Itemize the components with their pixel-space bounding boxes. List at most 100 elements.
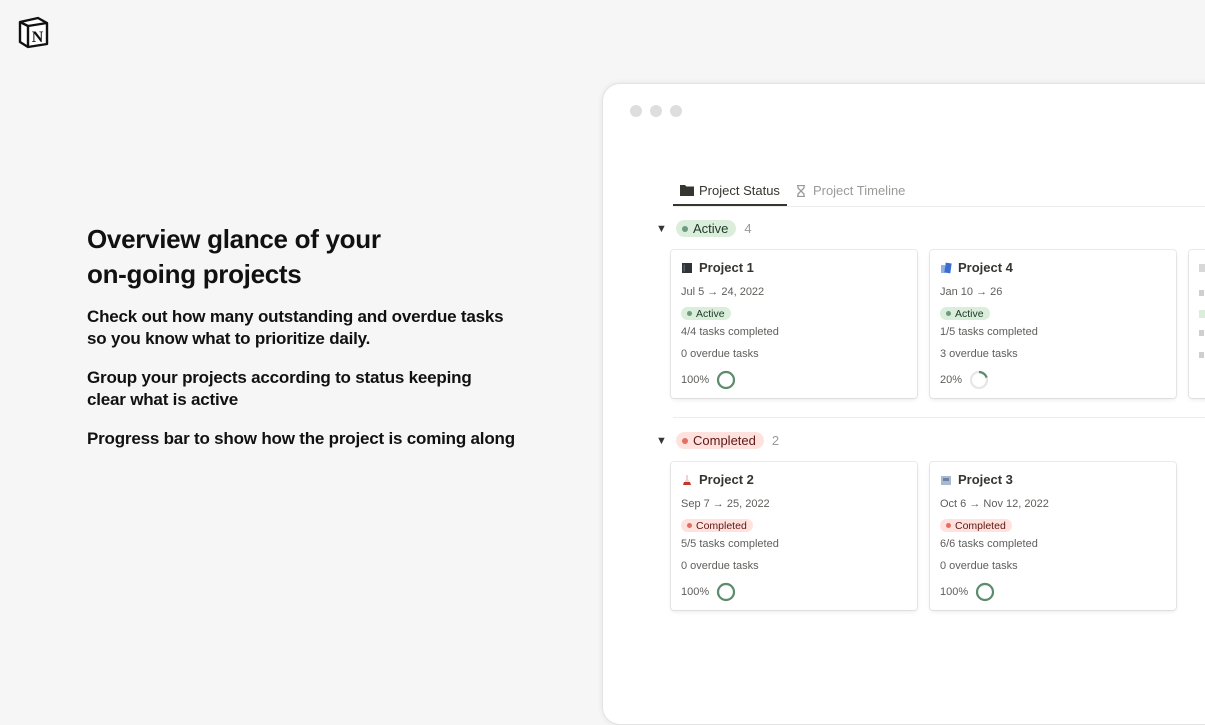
status-dot [682, 437, 688, 444]
group-header-completed: ▼ Completed 2 [656, 432, 779, 449]
feature-point: Group your projects according to status … [87, 367, 557, 411]
card-dates: Jan 10 → 26 [940, 286, 1003, 298]
project-icon [1199, 264, 1205, 272]
progress-ring [976, 582, 995, 602]
cards-completed: Project 2 Sep 7 → 25, 2022 Completed 5/5… [671, 462, 1176, 610]
hourglass-icon [796, 184, 805, 197]
window-controls [630, 105, 682, 117]
project-card[interactable]: Project 1 Jul 5 → 24, 2022 Active 4/4 ta… [671, 250, 917, 398]
status-pill-active: Active [676, 220, 737, 237]
feature-point-line: Check out how many outstanding and overd… [87, 307, 504, 326]
status-label: Active [693, 221, 729, 236]
badge-label: Active [955, 307, 984, 320]
card-tasks-truncated [1199, 330, 1204, 336]
progress-ring-fill [717, 370, 736, 390]
blue-books-icon [941, 262, 952, 273]
card-tasks-completed: 5/5 tasks completed [681, 538, 779, 550]
card-overdue: 3 overdue tasks [940, 348, 1018, 360]
folder-icon [680, 185, 694, 196]
project-card[interactable]: Project 2 Sep 7 → 25, 2022 Completed 5/5… [671, 462, 917, 610]
card-title: Project 4 [940, 260, 1013, 275]
card-status-badge: Active [681, 307, 731, 320]
collapse-toggle-icon[interactable]: ▼ [656, 435, 668, 447]
feature-point-line: clear what is active [87, 390, 238, 409]
project-card-partial[interactable] [1189, 250, 1205, 398]
notion-logo-icon: N [18, 16, 49, 49]
feature-point-line: so you know what to prioritize daily. [87, 329, 371, 348]
card-dates-truncated [1199, 290, 1204, 296]
card-status-badge-truncated [1199, 310, 1205, 318]
tab-label: Project Status [699, 182, 780, 198]
view-tabs: Project Status Project Timeline [673, 176, 1205, 207]
progress-label: 100% [681, 374, 710, 386]
card-overdue: 0 overdue tasks [681, 560, 759, 572]
progress-ring [717, 370, 736, 390]
feature-point: Check out how many outstanding and overd… [87, 306, 557, 350]
card-tasks-completed: 6/6 tasks completed [940, 538, 1038, 550]
feature-point-line: Progress bar to show how the project is … [87, 429, 515, 448]
card-tasks-completed: 4/4 tasks completed [681, 326, 779, 338]
feature-point: Progress bar to show how the project is … [87, 428, 557, 450]
card-status-badge: Active [940, 307, 990, 320]
status-dot [682, 225, 688, 232]
book-icon [682, 262, 692, 273]
tab-label: Project Timeline [812, 183, 906, 198]
card-title: Project 3 [940, 472, 1013, 487]
card-overdue: 0 overdue tasks [940, 560, 1018, 572]
progress-ring-fill [717, 582, 736, 602]
headline: Overview glance of your on-going project… [87, 222, 557, 292]
card-title: Project 2 [681, 472, 754, 487]
feature-point-line: Group your projects according to status … [87, 368, 472, 387]
collapse-toggle-icon[interactable]: ▼ [656, 223, 668, 235]
badge-label: Active [696, 307, 725, 320]
progress-label: 100% [681, 586, 710, 598]
card-overdue-truncated [1199, 352, 1204, 358]
card-tasks-completed: 1/5 tasks completed [940, 326, 1038, 338]
group-count: 4 [744, 221, 752, 236]
status-pill-completed: Completed [676, 432, 764, 449]
window-maximize-dot[interactable] [670, 105, 682, 117]
status-dot [946, 523, 951, 528]
card-status-badge: Completed [940, 519, 1012, 532]
tab-project-timeline[interactable]: Project Timeline [787, 176, 912, 205]
progress-label: 20% [940, 374, 963, 386]
tab-project-status[interactable]: Project Status [673, 176, 787, 206]
group-header-active: ▼ Active 4 [656, 220, 752, 237]
badge-label: Completed [696, 519, 747, 532]
cards-active: Project 1 Jul 5 → 24, 2022 Active 4/4 ta… [671, 250, 1205, 398]
app-window: Project Status Project Timeline ▼ Active… [602, 83, 1205, 725]
progress-ring [969, 370, 989, 390]
svg-text:N: N [32, 29, 44, 46]
card-title-text: Project 3 [958, 472, 1013, 487]
card-title-text: Project 1 [699, 260, 754, 275]
status-dot [687, 311, 692, 316]
status-label: Completed [693, 433, 756, 448]
project-card[interactable]: Project 4 Jan 10 → 26 Active 1/5 tasks c… [930, 250, 1176, 398]
group-divider [673, 417, 1205, 418]
card-dates: Jul 5 → 24, 2022 [681, 286, 765, 298]
flask-icon [683, 474, 691, 485]
card-progress: 100% [681, 582, 736, 602]
card-title-text: Project 2 [699, 472, 754, 487]
headline-line-2: on-going projects [87, 259, 302, 289]
progress-label: 100% [940, 586, 969, 598]
card-progress: 100% [681, 370, 736, 390]
project-card[interactable]: Project 3 Oct 6 → Nov 12, 2022 Completed… [930, 462, 1176, 610]
group-count: 2 [771, 433, 780, 448]
window-minimize-dot[interactable] [650, 105, 662, 117]
status-dot [687, 523, 692, 528]
card-progress: 100% [940, 582, 995, 602]
progress-ring [717, 582, 736, 602]
card-progress: 20% [940, 370, 989, 390]
marketing-copy: Overview glance of your on-going project… [87, 222, 557, 467]
card-dates: Sep 7 → 25, 2022 [681, 498, 770, 510]
card-overdue: 0 overdue tasks [681, 348, 759, 360]
progress-ring-fill [976, 582, 995, 602]
card-status-badge: Completed [681, 519, 753, 532]
badge-label: Completed [955, 519, 1006, 532]
headline-line-1: Overview glance of your [87, 224, 381, 254]
mailbox-icon [941, 475, 951, 485]
window-close-dot[interactable] [630, 105, 642, 117]
status-dot [946, 311, 951, 316]
card-title: Project 1 [681, 260, 754, 275]
